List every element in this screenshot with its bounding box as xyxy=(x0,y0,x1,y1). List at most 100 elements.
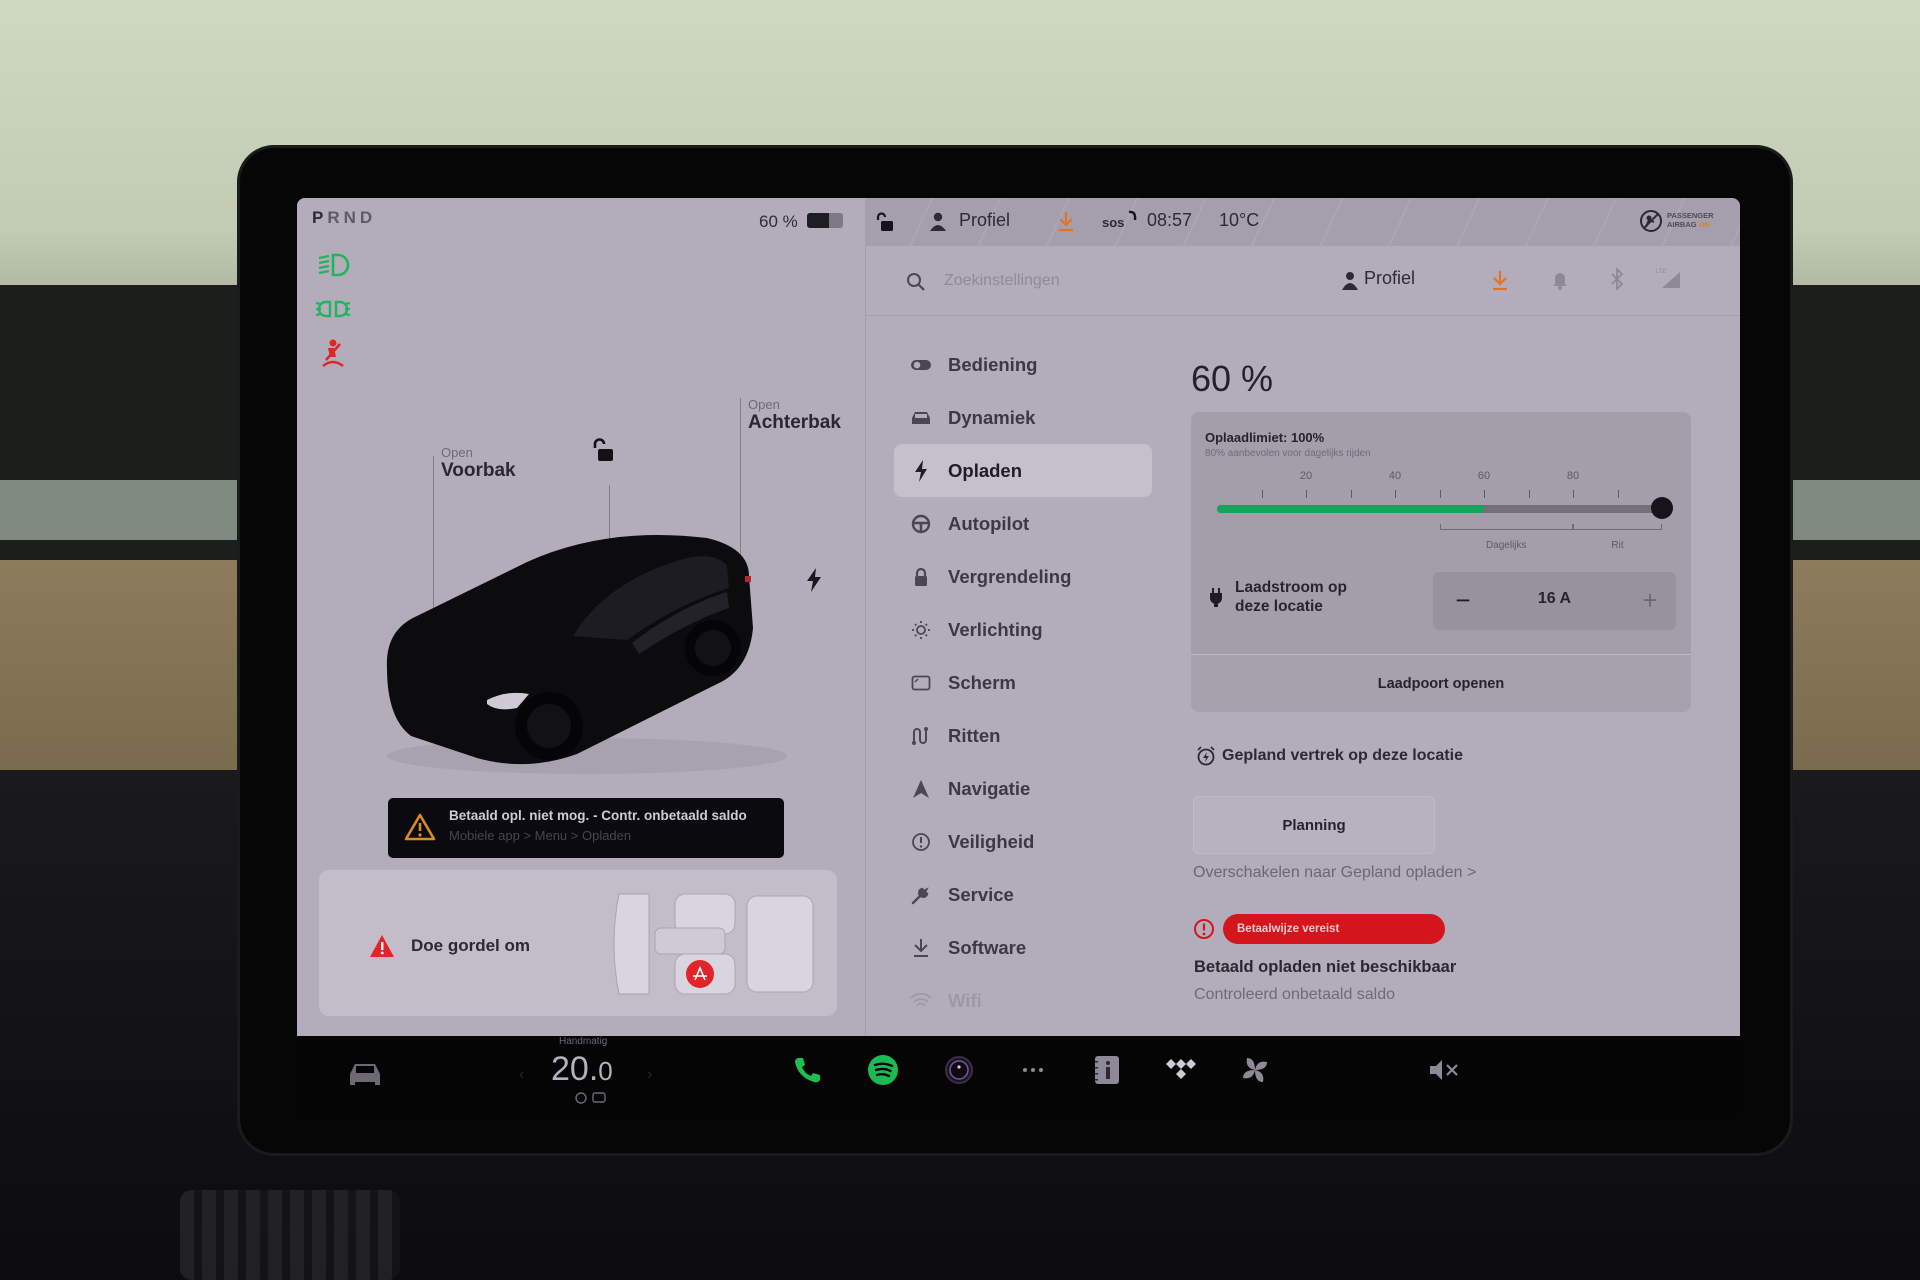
seatbelt-card[interactable]: Doe gordel om xyxy=(319,870,837,1016)
charge-current-stepper[interactable]: − 16 A + xyxy=(1433,572,1676,630)
battery-level-heading: 60 % xyxy=(1191,358,1274,399)
car-front-icon xyxy=(910,407,932,429)
tidal-app-button[interactable] xyxy=(1161,1050,1201,1090)
scale-label: 20 xyxy=(1299,470,1313,482)
seat-diagram xyxy=(613,893,814,995)
nav-item-ritten[interactable]: Ritten xyxy=(894,709,1152,762)
charge-limit-hint: 80% aanbevolen voor dagelijks rijden xyxy=(1205,448,1371,459)
planning-button[interactable]: Planning xyxy=(1193,796,1435,854)
nav-item-scherm[interactable]: Scherm xyxy=(894,656,1152,709)
nav-item-opladen[interactable]: Opladen xyxy=(894,444,1152,497)
battery-icon xyxy=(807,213,843,228)
profile-icon xyxy=(930,212,946,231)
clock: 08:57 xyxy=(1147,210,1193,230)
settings-panel: Profiel LTE Bediening xyxy=(865,246,1740,1036)
volume-muted-icon xyxy=(1430,1060,1458,1080)
gear-selector: PRND xyxy=(312,208,377,227)
nav-item-vergrendeling[interactable]: Vergrendeling xyxy=(894,550,1152,603)
charging-content: 60 % Oplaadlimiet: 100% 80% aanbevolen v… xyxy=(1191,246,1711,1036)
lightning-icon xyxy=(910,459,932,482)
red-warning-icon xyxy=(370,935,394,957)
touchscreen: PRND 60 % Open Voorbak Open Achterbak Be… xyxy=(297,198,1740,1036)
volume-button[interactable] xyxy=(1425,1050,1465,1090)
frunk-callout[interactable]: Open Voorbak xyxy=(441,445,516,482)
nav-item-bediening[interactable]: Bediening xyxy=(894,338,1152,391)
trip-label: Rit xyxy=(1611,540,1624,551)
nav-item-verlichting[interactable]: Verlichting xyxy=(894,603,1152,656)
unlocked-lock-icon[interactable] xyxy=(875,212,895,232)
scale-tick xyxy=(1261,490,1263,498)
spotify-icon xyxy=(868,1055,898,1085)
fan-icon xyxy=(1243,1058,1267,1082)
check-unpaid-balance: Controleerd onbetaald saldo xyxy=(1194,986,1396,1003)
payment-required-row: Betaalwijze vereist xyxy=(1193,914,1445,944)
fan-button[interactable] xyxy=(1235,1050,1275,1090)
scale-tick xyxy=(1528,490,1530,498)
plug-icon xyxy=(1210,588,1222,607)
scale-label: 80 xyxy=(1566,470,1580,482)
topbar-profile[interactable]: Profiel xyxy=(959,210,1010,231)
charge-limit-card: Oplaadlimiet: 100% 80% aanbevolen voor d… xyxy=(1191,412,1691,712)
temp-down-button[interactable]: ‹ xyxy=(519,1066,524,1084)
scale-tick xyxy=(1439,490,1441,498)
sos-phone-icon xyxy=(1128,210,1137,221)
paid-charging-unavailable: Betaald opladen niet beschikbaar xyxy=(1194,958,1457,976)
seatbelt-warning-icon xyxy=(322,339,344,368)
scale-tick xyxy=(1573,490,1574,498)
nav-item-service[interactable]: Service xyxy=(894,868,1152,921)
scale-label: 60 xyxy=(1477,470,1491,482)
camera-icon xyxy=(945,1056,973,1084)
info-circle-icon xyxy=(910,831,932,853)
bottom-dock: Handmatig ‹ 20.0 › xyxy=(297,1036,1740,1116)
nav-item-dynamiek[interactable]: Dynamiek xyxy=(894,391,1152,444)
more-apps-button[interactable] xyxy=(1013,1050,1053,1090)
outside-temperature: 10°C xyxy=(1219,210,1260,230)
download-icon xyxy=(910,937,932,959)
seat-heater-icons[interactable] xyxy=(573,1092,607,1104)
warning-triangle-icon xyxy=(404,813,436,841)
charge-current-label: Laadstroom op deze locatie xyxy=(1235,579,1347,615)
settings-nav: Bediening Dynamiek Opladen Autopilot Ver… xyxy=(894,338,1152,1027)
charge-scale: 20 40 60 80 xyxy=(1217,470,1662,500)
phone-app-button[interactable] xyxy=(787,1050,827,1090)
wrench-icon xyxy=(910,884,932,906)
scale-tick xyxy=(1350,490,1352,498)
charge-limit-slider[interactable] xyxy=(1217,497,1673,519)
daily-label: Dagelijks xyxy=(1485,540,1527,551)
software-update-icon[interactable] xyxy=(1057,211,1075,233)
climate-mode-label: Handmatig xyxy=(559,1036,608,1047)
nav-item-software[interactable]: Software xyxy=(894,921,1152,974)
camera-app-button[interactable] xyxy=(939,1050,979,1090)
scale-tick xyxy=(1395,490,1396,498)
manual-app-button[interactable] xyxy=(1087,1050,1127,1090)
parking-lights-icon xyxy=(315,300,351,318)
car-icon xyxy=(350,1064,380,1085)
scheduled-departure-row: Gepland vertrek op deze locatie xyxy=(1196,746,1463,766)
charging-alert-toast[interactable]: Betaald opl. niet mog. - Contr. onbetaal… xyxy=(388,798,784,858)
trunk-callout[interactable]: Open Achterbak xyxy=(748,397,841,434)
increase-current-button[interactable]: + xyxy=(1632,582,1668,618)
temp-up-button[interactable]: › xyxy=(647,1066,652,1084)
airbag-icon xyxy=(1640,210,1662,232)
cabin-temperature[interactable]: 20.0 xyxy=(551,1050,613,1089)
more-dots-icon xyxy=(1023,1068,1043,1072)
charge-port-bolt-icon[interactable] xyxy=(805,568,823,592)
sos-label[interactable]: sos xyxy=(1102,215,1124,230)
spotify-app-button[interactable] xyxy=(863,1050,903,1090)
steering-wheel-icon xyxy=(910,513,932,535)
switch-to-scheduled-charging-link[interactable]: Overschakelen naar Gepland opladen > xyxy=(1193,864,1476,882)
passenger-airbag-indicator: PASSENGER AIRBAG ON xyxy=(1639,207,1729,237)
scale-tick xyxy=(1306,490,1307,498)
unlocked-lock-icon[interactable] xyxy=(591,438,617,464)
lock-icon xyxy=(910,566,932,588)
car-button[interactable] xyxy=(345,1054,385,1094)
nav-item-navigatie[interactable]: Navigatie xyxy=(894,762,1152,815)
nav-item-wifi[interactable]: Wifi xyxy=(894,974,1152,1027)
alarm-clock-icon xyxy=(1197,746,1215,766)
nav-item-veiligheid[interactable]: Veiligheid xyxy=(894,815,1152,868)
payment-required-badge[interactable]: Betaalwijze vereist xyxy=(1223,914,1445,944)
charge-limit-handle[interactable] xyxy=(1651,497,1673,519)
nav-item-autopilot[interactable]: Autopilot xyxy=(894,497,1152,550)
search-icon[interactable] xyxy=(906,272,926,292)
open-charge-port-button[interactable]: Laadpoort openen xyxy=(1191,654,1691,712)
